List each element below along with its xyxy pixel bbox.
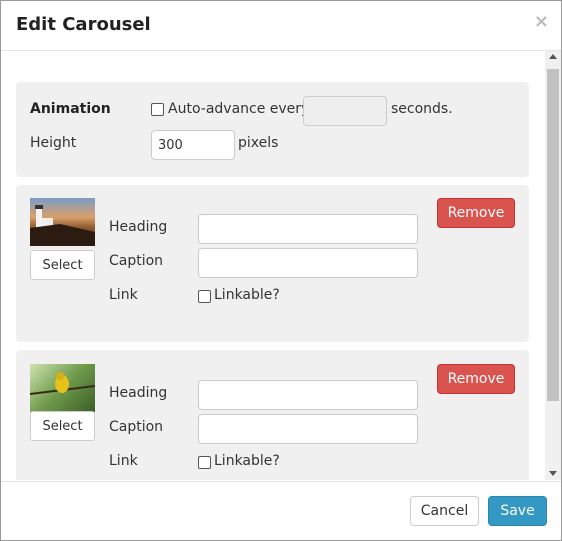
heading-input[interactable] <box>198 380 418 410</box>
link-label: Link <box>109 287 138 303</box>
caption-label: Caption <box>109 419 164 435</box>
scroll-down-icon[interactable] <box>549 471 557 476</box>
remove-slide-button[interactable]: Remove <box>437 364 515 394</box>
remove-slide-button[interactable]: Remove <box>437 198 515 228</box>
auto-advance-seconds-input[interactable] <box>303 96 387 126</box>
heading-label: Heading <box>109 385 168 401</box>
close-icon[interactable]: × <box>534 11 549 32</box>
caption-label: Caption <box>109 253 164 269</box>
height-label: Height <box>30 135 77 151</box>
save-button[interactable]: Save <box>488 496 547 526</box>
pixels-label: pixels <box>238 135 279 151</box>
heading-input[interactable] <box>198 214 418 244</box>
linkable-label: Linkable? <box>214 453 280 469</box>
dialog-body: Animation Auto-advance every seconds. He… <box>1 51 545 480</box>
select-image-button[interactable]: Select <box>30 411 95 441</box>
dialog-header: Edit Carousel × <box>1 1 561 51</box>
slide-panel: Select Heading Caption Link Linkable? Re… <box>16 350 529 480</box>
auto-advance-checkbox[interactable] <box>151 103 164 116</box>
seconds-label: seconds. <box>391 101 453 117</box>
cancel-button[interactable]: Cancel <box>410 496 479 526</box>
lighthouse-image <box>30 205 95 246</box>
slide-panel: Select Heading Caption Link Linkable? Re… <box>16 185 529 342</box>
dialog-footer: Cancel Save <box>1 481 561 540</box>
scroll-up-icon[interactable] <box>549 54 557 59</box>
animation-label: Animation <box>30 101 111 117</box>
link-label: Link <box>109 453 138 469</box>
height-input[interactable] <box>151 130 235 160</box>
slide-thumbnail-bird <box>30 364 95 412</box>
linkable-checkbox[interactable] <box>198 456 211 469</box>
linkable-label: Linkable? <box>214 287 280 303</box>
vertical-scrollbar[interactable] <box>545 51 561 480</box>
scrollbar-thumb[interactable] <box>547 69 559 401</box>
auto-advance-label: Auto-advance every <box>168 101 310 117</box>
caption-input[interactable] <box>198 414 418 444</box>
edit-carousel-dialog: Edit Carousel × Animation Auto-advance e… <box>0 0 562 541</box>
dialog-title: Edit Carousel <box>16 14 151 35</box>
select-image-button[interactable]: Select <box>30 250 95 280</box>
heading-label: Heading <box>109 219 168 235</box>
settings-panel: Animation Auto-advance every seconds. He… <box>16 82 529 177</box>
slide-thumbnail-lighthouse <box>30 198 95 246</box>
linkable-checkbox[interactable] <box>198 290 211 303</box>
bird-image <box>30 372 95 395</box>
caption-input[interactable] <box>198 248 418 278</box>
